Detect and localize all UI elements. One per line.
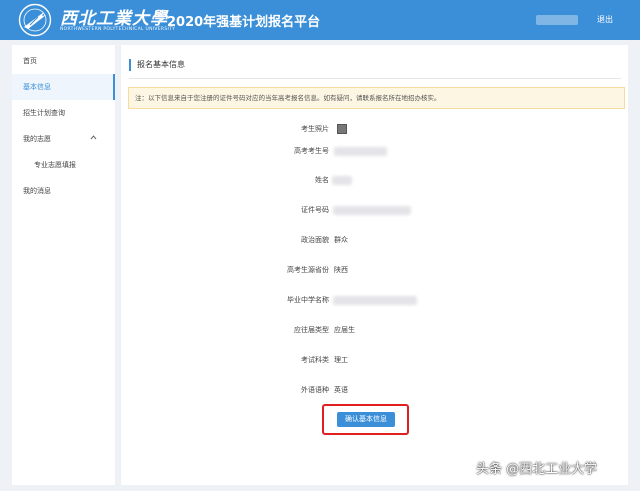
field-value: 群众 bbox=[334, 236, 348, 244]
field-row-political-status: 政治面貌 群众 bbox=[121, 233, 628, 247]
field-value: 陕西 bbox=[334, 266, 348, 274]
chevron-up-icon bbox=[90, 126, 97, 152]
section-divider bbox=[129, 78, 621, 79]
main-panel: 报名基本信息 注：以下信息来自于您注册的证件号码对应的当年高考报名信息。如有疑问… bbox=[121, 45, 628, 485]
sidebar-item-label: 专业志愿填报 bbox=[34, 161, 76, 169]
university-emblem-icon bbox=[18, 3, 52, 37]
field-row-province: 高考生源省份 陕西 bbox=[121, 263, 628, 277]
field-label: 高考生源省份 bbox=[287, 266, 329, 274]
confirm-basic-info-button[interactable]: 确认基本信息 bbox=[337, 412, 395, 427]
sidebar-item-label: 我的消息 bbox=[23, 187, 51, 195]
sidebar-nav: 首页 基本信息 招生计划查询 我的志愿 专业志愿填报 我的消息 bbox=[12, 45, 115, 485]
redacted-value bbox=[333, 206, 411, 215]
redacted-value bbox=[334, 147, 387, 156]
field-row-exam-category: 考试科类 理工 bbox=[121, 353, 628, 367]
username-redacted bbox=[536, 15, 578, 25]
sidebar-item-basic-info[interactable]: 基本信息 bbox=[12, 74, 115, 100]
platform-title: 2020年强基计划报名平台 bbox=[167, 15, 321, 30]
field-row-foreign-language: 外语语种 英语 bbox=[121, 383, 628, 397]
field-label: 政治面貌 bbox=[301, 236, 329, 244]
sidebar-item-enrollment-plan[interactable]: 招生计划查询 bbox=[12, 100, 115, 126]
info-notice: 注：以下信息来自于您注册的证件号码对应的当年高考报名信息。如有疑问，请联系报名所… bbox=[128, 87, 625, 109]
field-row-high-school: 毕业中学名称 bbox=[121, 293, 628, 307]
field-row-id-number: 证件号码 bbox=[121, 203, 628, 217]
field-label: 外语语种 bbox=[301, 386, 329, 394]
field-value: 英语 bbox=[334, 386, 348, 394]
school-name-en: NORTHWESTERN POLYTECHNICAL UNIVERSITY bbox=[60, 27, 176, 32]
field-label: 应往届类型 bbox=[294, 326, 329, 334]
field-row-name: 姓名 bbox=[121, 173, 628, 187]
sidebar-item-messages[interactable]: 我的消息 bbox=[12, 178, 115, 204]
redacted-value bbox=[333, 296, 417, 305]
field-row-graduate-type: 应往届类型 应届生 bbox=[121, 323, 628, 337]
field-label: 考试科类 bbox=[301, 356, 329, 364]
school-name-cn: 西北工業大學 bbox=[60, 9, 168, 29]
confirm-highlight-box: 确认基本信息 bbox=[322, 404, 409, 435]
sidebar-item-label: 我的志愿 bbox=[23, 135, 51, 143]
sidebar-item-major-selection[interactable]: 专业志愿填报 bbox=[12, 152, 115, 178]
field-row-exam-number: 高考考生号 bbox=[121, 144, 628, 158]
field-label: 高考考生号 bbox=[294, 147, 329, 155]
field-label: 姓名 bbox=[315, 176, 329, 184]
field-label: 毕业中学名称 bbox=[287, 296, 329, 304]
sidebar-item-label: 招生计划查询 bbox=[23, 109, 65, 117]
redacted-value bbox=[332, 176, 352, 185]
sidebar-item-my-applications[interactable]: 我的志愿 bbox=[12, 126, 115, 152]
top-header: 西北工業大學 NORTHWESTERN POLYTECHNICAL UNIVER… bbox=[0, 0, 640, 40]
field-row-photo: 考生照片 bbox=[121, 122, 628, 136]
watermark: 头条 @西北工业大学 bbox=[476, 462, 598, 477]
section-title: 报名基本信息 bbox=[129, 59, 185, 71]
logout-link[interactable]: 退出 bbox=[597, 14, 613, 25]
sidebar-item-label: 基本信息 bbox=[23, 83, 51, 91]
sidebar-item-label: 首页 bbox=[23, 57, 37, 65]
field-label: 证件号码 bbox=[301, 206, 329, 214]
field-value: 理工 bbox=[334, 356, 348, 364]
field-label: 考生照片 bbox=[301, 125, 329, 133]
photo-thumbnail-icon[interactable] bbox=[337, 124, 347, 134]
field-value: 应届生 bbox=[334, 326, 355, 334]
sidebar-item-home[interactable]: 首页 bbox=[12, 48, 115, 74]
